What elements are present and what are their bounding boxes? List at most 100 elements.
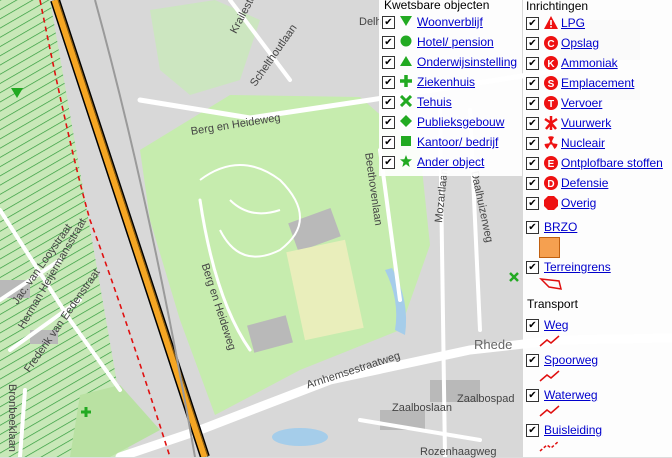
diamond-icon: [400, 115, 414, 129]
emplacement-checkbox[interactable]: ✔: [526, 76, 539, 90]
vervoer-link[interactable]: Vervoer: [561, 96, 602, 110]
legend-item-terreingrens[interactable]: ✔ Terreingrens: [526, 258, 611, 276]
inrichtingen-item-defensie[interactable]: ✔ D Defensie: [526, 174, 608, 192]
inrichtingen-item-opslag[interactable]: ✔ C Opslag: [526, 34, 599, 52]
kwetsbare-item-publieksgebouw[interactable]: ✔ Publieksgebouw: [382, 113, 504, 131]
vuurwerk-link[interactable]: Vuurwerk: [561, 116, 611, 130]
defensie-link[interactable]: Defensie: [561, 176, 608, 190]
ammoniak-link[interactable]: Ammoniak: [561, 56, 618, 70]
kwetsbare-item-kantoor-bedrijf[interactable]: ✔ Kantoor/ bedrijf: [382, 133, 498, 151]
legend-transport-title: Transport: [527, 297, 578, 311]
svg-text:D: D: [547, 179, 554, 190]
brzo-link[interactable]: BRZO: [544, 220, 577, 234]
inrichtingen-item-ammoniak[interactable]: ✔ K Ammoniak: [526, 54, 618, 72]
triangle-up-icon: [400, 55, 414, 69]
letter-s-icon: S: [544, 76, 558, 90]
overig-checkbox[interactable]: ✔: [526, 196, 539, 210]
hotel-pension-link[interactable]: Hotel/ pension: [417, 35, 494, 49]
brzo-checkbox[interactable]: ✔: [526, 220, 539, 234]
street-label-rozenhaagweg: Rozenhaagweg: [420, 446, 497, 458]
ontplofbare-stoffen-checkbox[interactable]: ✔: [526, 156, 539, 170]
transport-item-buisleiding[interactable]: ✔ Buisleiding: [526, 421, 602, 439]
ander-object-link[interactable]: Ander object: [417, 155, 484, 169]
weg-line-swatch: [539, 335, 560, 347]
inrichtingen-item-vuurwerk[interactable]: ✔ Vuurwerk: [526, 114, 611, 132]
ander-object-checkbox[interactable]: ✔: [382, 155, 395, 169]
kantoor-bedrijf-link[interactable]: Kantoor/ bedrijf: [417, 135, 498, 149]
transport-item-waterweg[interactable]: ✔ Waterweg: [526, 386, 598, 404]
svg-text:K: K: [547, 59, 555, 70]
star-icon: [400, 155, 414, 169]
kwetsbare-item-ziekenhuis[interactable]: ✔ Ziekenhuis: [382, 73, 475, 91]
inrichtingen-item-overig[interactable]: ✔ Overig: [526, 194, 596, 212]
lpg-link[interactable]: LPG: [561, 16, 585, 30]
emplacement-link[interactable]: Emplacement: [561, 76, 634, 90]
nucleair-link[interactable]: Nucleair: [561, 136, 605, 150]
ontplofbare-stoffen-link[interactable]: Ontplofbare stoffen: [561, 156, 663, 170]
inrichtingen-item-nucleair[interactable]: ✔ Nucleair: [526, 134, 605, 152]
vervoer-checkbox[interactable]: ✔: [526, 96, 539, 110]
terreingrens-swatch: [539, 278, 563, 290]
ammoniak-checkbox[interactable]: ✔: [526, 56, 539, 70]
inrichtingen-item-ontplofbare-stoffen[interactable]: ✔ E Ontplofbare stoffen: [526, 154, 663, 172]
lpg-checkbox[interactable]: ✔: [526, 16, 539, 30]
tehuis-link[interactable]: Tehuis: [417, 95, 452, 109]
legend-item-brzo[interactable]: ✔ BRZO: [526, 218, 577, 236]
inrichtingen-item-emplacement[interactable]: ✔ S Emplacement: [526, 74, 634, 92]
legend-kwetsbare-objecten: Kwetsbare objecten ✔ Woonverblijf ✔ Hotel/ …: [379, 0, 522, 176]
letter-c-icon: C: [544, 36, 558, 50]
x-icon: [399, 94, 414, 109]
transport-item-weg[interactable]: ✔ Weg: [526, 316, 568, 334]
woonverblijf-checkbox[interactable]: ✔: [382, 15, 395, 29]
kwetsbare-item-tehuis[interactable]: ✔ Tehuis: [382, 93, 452, 111]
defensie-checkbox[interactable]: ✔: [526, 176, 539, 190]
letter-k-icon: K: [544, 56, 558, 70]
kwetsbare-item-hotel-pension[interactable]: ✔ Hotel/ pension: [382, 33, 494, 51]
plus-icon: [400, 75, 414, 89]
letter-d-icon: D: [544, 176, 558, 190]
kwetsbare-item-woonverblijf[interactable]: ✔ Woonverblijf: [382, 13, 483, 31]
waterweg-line-swatch: [539, 405, 560, 417]
overig-link[interactable]: Overig: [561, 196, 596, 210]
svg-text:C: C: [547, 39, 554, 50]
spoorweg-checkbox[interactable]: ✔: [526, 353, 539, 367]
waterweg-checkbox[interactable]: ✔: [526, 388, 539, 402]
vuurwerk-checkbox[interactable]: ✔: [526, 116, 539, 130]
buisleiding-link[interactable]: Buisleiding: [544, 423, 602, 437]
legend-inrichtingen: Inrichtingen ✔ LPG ✔ C Opslag ✔ K Ammoniak ✔ S Emp…: [523, 0, 672, 457]
buisleiding-checkbox[interactable]: ✔: [526, 423, 539, 437]
spoorweg-line-swatch: [539, 370, 560, 382]
transport-item-spoorweg[interactable]: ✔ Spoorweg: [526, 351, 598, 369]
waterweg-link[interactable]: Waterweg: [544, 388, 598, 402]
kwetsbare-item-ander-object[interactable]: ✔ Ander object: [382, 153, 484, 171]
triangle-down-icon: [400, 15, 414, 29]
circle-icon: [400, 35, 414, 49]
kwetsbare-item-onderwijsinstelling[interactable]: ✔ Onderwijsinstelling: [382, 53, 517, 71]
octagon-icon: [544, 196, 558, 210]
tehuis-checkbox[interactable]: ✔: [382, 95, 395, 109]
place-label-rhede: Rhede: [474, 337, 513, 352]
weg-checkbox[interactable]: ✔: [526, 318, 539, 332]
publieksgebouw-checkbox[interactable]: ✔: [382, 115, 395, 129]
inrichtingen-item-lpg[interactable]: ✔ LPG: [526, 14, 585, 32]
ziekenhuis-link[interactable]: Ziekenhuis: [417, 75, 475, 89]
inrichtingen-item-vervoer[interactable]: ✔ T Vervoer: [526, 94, 602, 112]
opslag-checkbox[interactable]: ✔: [526, 36, 539, 50]
terreingrens-link[interactable]: Terreingrens: [544, 260, 611, 274]
terreingrens-checkbox[interactable]: ✔: [526, 260, 539, 274]
woonverblijf-link[interactable]: Woonverblijf: [417, 15, 483, 29]
onderwijsinstelling-link[interactable]: Onderwijsinstelling: [417, 55, 517, 69]
square-icon: [400, 135, 414, 149]
street-label-bronbeeklaan: Bronbeeklaan: [6, 384, 18, 452]
opslag-link[interactable]: Opslag: [561, 36, 599, 50]
legend-inrichtingen-title: Inrichtingen: [526, 0, 589, 13]
hotel-pension-checkbox[interactable]: ✔: [382, 35, 395, 49]
spoorweg-link[interactable]: Spoorweg: [544, 353, 598, 367]
onderwijsinstelling-checkbox[interactable]: ✔: [382, 55, 395, 69]
letter-t-icon: T: [544, 96, 558, 110]
weg-link[interactable]: Weg: [544, 318, 568, 332]
kantoor-bedrijf-checkbox[interactable]: ✔: [382, 135, 395, 149]
publieksgebouw-link[interactable]: Publieksgebouw: [417, 115, 504, 129]
nucleair-checkbox[interactable]: ✔: [526, 136, 539, 150]
ziekenhuis-checkbox[interactable]: ✔: [382, 75, 395, 89]
